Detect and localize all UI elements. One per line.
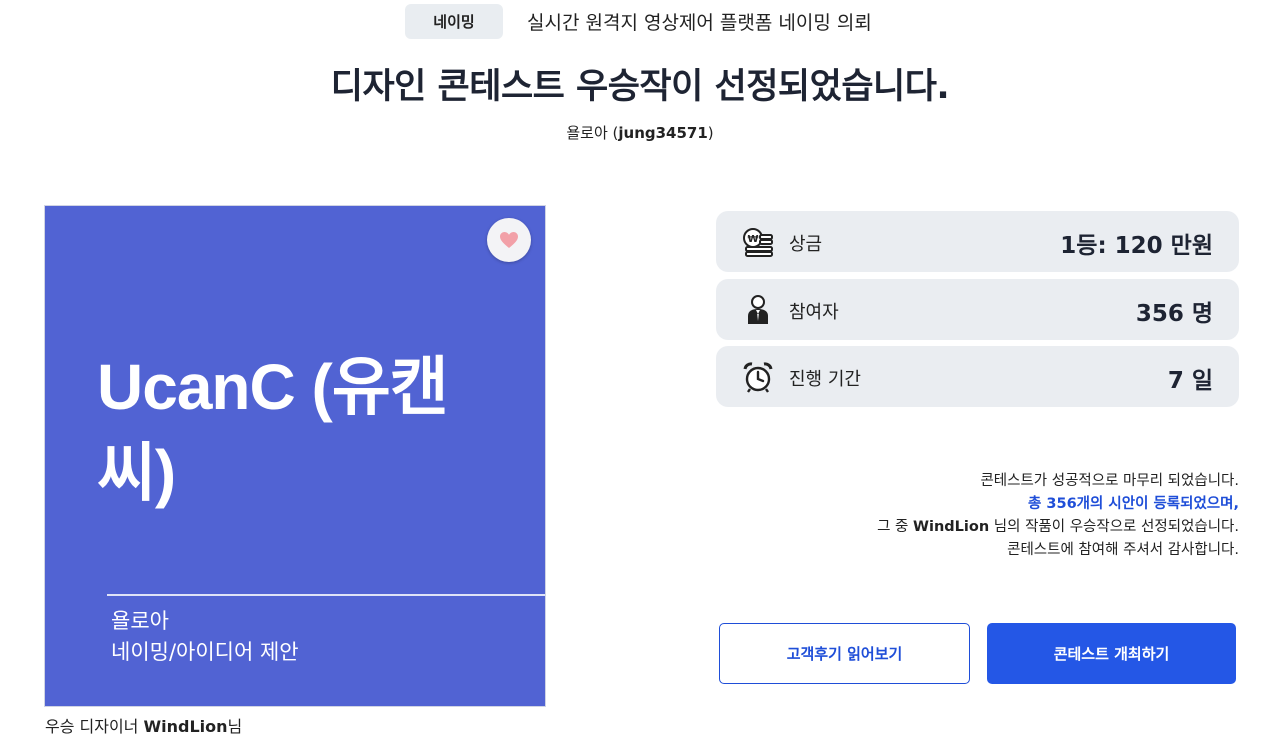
stat-prize: ₩ 상금 1등: 120 만원 bbox=[716, 211, 1239, 272]
svg-text:₩: ₩ bbox=[747, 234, 758, 245]
participant-person-icon bbox=[748, 295, 768, 324]
entry-name: UcanC (유캔씨) bbox=[97, 351, 449, 509]
summary-prefix: 그 중 bbox=[877, 519, 909, 535]
client-name: 욜로아 bbox=[566, 124, 608, 142]
entry-type: 네이밍/아이디어 제안 bbox=[111, 640, 299, 664]
stat-participants-label: 참여자 bbox=[789, 302, 839, 323]
card-divider bbox=[107, 594, 545, 596]
category-badge[interactable]: 네이밍 bbox=[405, 4, 503, 39]
client-id: jung34571 bbox=[618, 124, 708, 142]
client-info: 욜로아 (jung34571) bbox=[566, 124, 714, 142]
stat-participants-value: 356 명 bbox=[1135, 301, 1213, 327]
summary-line-4: 콘테스트에 참여해 주셔서 감사합니다. bbox=[1007, 542, 1239, 558]
summary-line-1: 콘테스트가 성공적으로 마무리 되었습니다. bbox=[980, 473, 1239, 489]
host-contest-button[interactable]: 콘테스트 개최하기 bbox=[987, 623, 1236, 684]
entry-author: 욜로아 bbox=[111, 609, 169, 633]
summary-line-3: 그 중 WindLion 님의 작품이 우승작으로 선정되었습니다. bbox=[877, 516, 1239, 539]
heart-icon bbox=[500, 232, 518, 248]
page-title: 디자인 콘테스트 우승작이 선정되었습니다. bbox=[330, 67, 950, 107]
stat-duration-label: 진행 기간 bbox=[789, 369, 861, 390]
winner-prefix: 우승 디자이너 bbox=[45, 717, 139, 736]
result-summary: 콘테스트가 성공적으로 마무리 되었습니다. 총 356개의 시안이 등록되었으… bbox=[877, 470, 1239, 562]
winning-entry-card[interactable]: UcanC (유캔씨) 욜로아 네이밍/아이디어 제안 bbox=[45, 206, 545, 706]
winner-caption: 우승 디자이너 WindLion님 bbox=[45, 713, 242, 737]
winner-name[interactable]: WindLion bbox=[144, 717, 228, 736]
read-reviews-button[interactable]: 고객후기 읽어보기 bbox=[719, 623, 970, 684]
summary-winner-name: WindLion bbox=[913, 519, 990, 535]
stat-duration-value: 7 일 bbox=[1167, 368, 1213, 394]
summary-suffix: 님의 작품이 우승작으로 선정되었습니다. bbox=[993, 519, 1239, 535]
summary-line-2: 총 356개의 시안이 등록되었으며, bbox=[1028, 496, 1239, 512]
contest-title: 실시간 원격지 영상제어 플랫폼 네이밍 의뢰 bbox=[527, 12, 872, 34]
stat-participants: 참여자 356 명 bbox=[716, 279, 1239, 340]
winner-suffix: 님 bbox=[227, 717, 243, 736]
stat-prize-label: 상금 bbox=[789, 234, 823, 255]
like-button[interactable] bbox=[487, 218, 531, 262]
stat-prize-value: 1등: 120 만원 bbox=[1060, 233, 1213, 259]
stat-duration: 진행 기간 7 일 bbox=[716, 346, 1239, 407]
prize-coins-icon: ₩ bbox=[743, 228, 773, 257]
alarm-clock-icon bbox=[743, 362, 773, 393]
